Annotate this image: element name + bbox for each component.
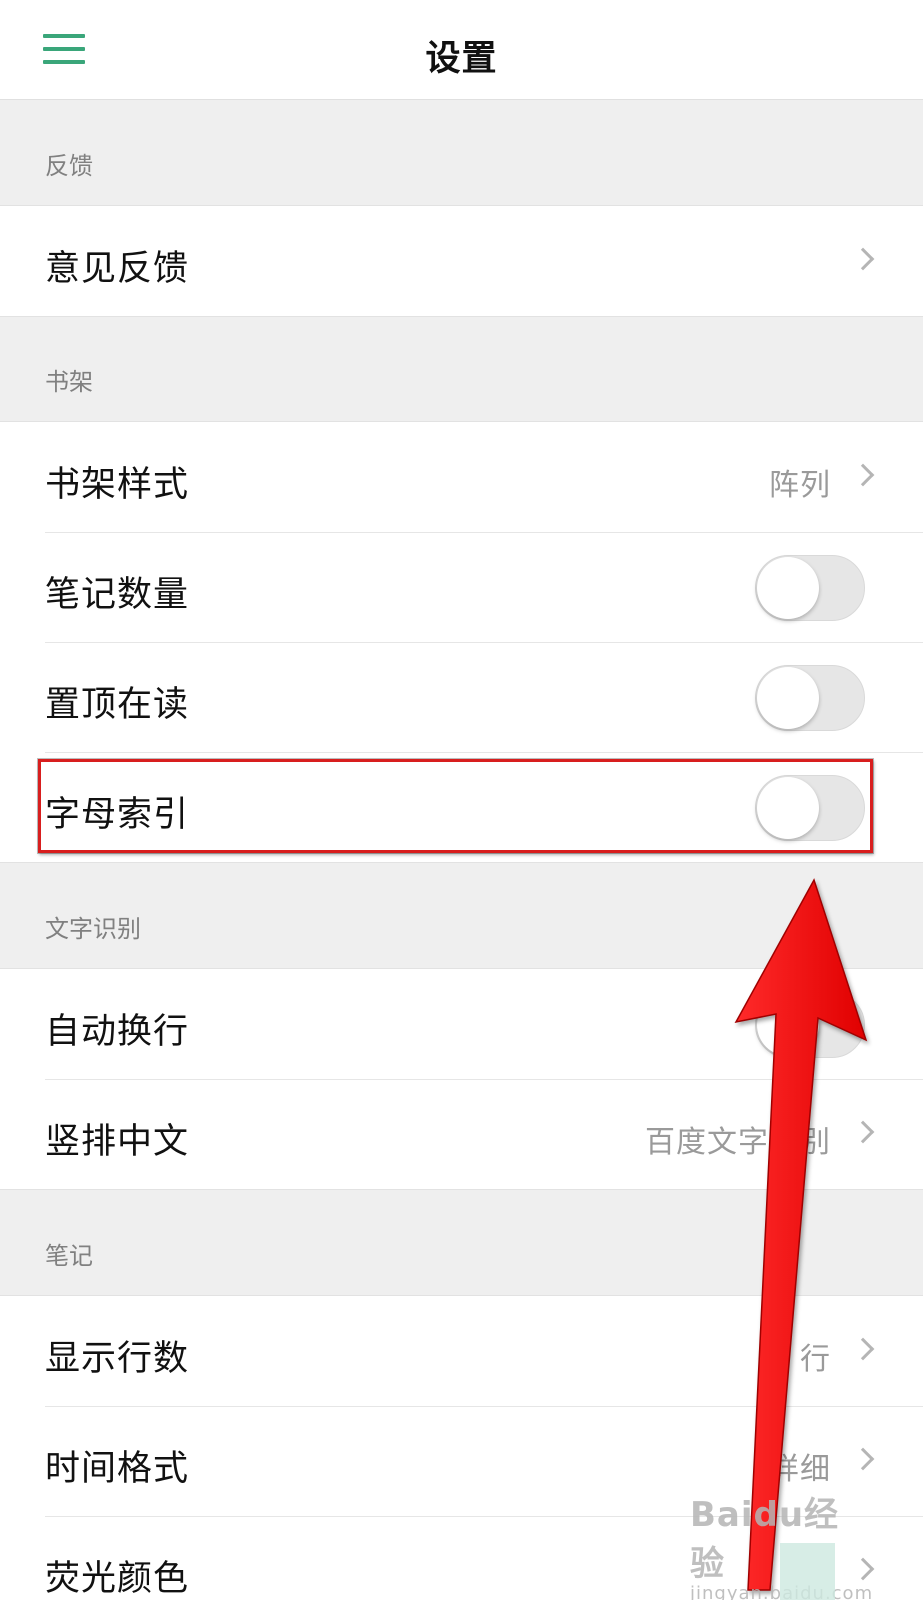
row-label: 笔记数量 — [45, 575, 190, 615]
bookshelf-style-row[interactable]: 书架样式 阵列 — [0, 422, 923, 532]
toggle-knob — [757, 557, 819, 619]
pin-reading-row: 置顶在读 — [0, 642, 923, 752]
toggle-knob — [757, 667, 819, 729]
section-header-ocr: 文字识别 — [0, 863, 923, 968]
row-label: 置顶在读 — [45, 685, 190, 725]
note-count-row: 笔记数量 — [0, 532, 923, 642]
top-bar: 设置 — [0, 0, 923, 100]
toggle-knob — [757, 994, 819, 1056]
row-label: 显示行数 — [45, 1339, 190, 1379]
ocr-group: 自动换行 竖排中文 百度文字识别 — [0, 968, 923, 1190]
vertical-chinese-row[interactable]: 竖排中文 百度文字识别 — [0, 1079, 923, 1189]
row-label: 自动换行 — [45, 1012, 190, 1052]
note-count-toggle[interactable] — [755, 555, 865, 621]
row-value: 百度文字识别 — [645, 1125, 831, 1160]
row-label: 意见反馈 — [45, 249, 190, 289]
alphabet-index-toggle[interactable] — [755, 775, 865, 841]
toggle-knob — [757, 777, 819, 839]
row-label: 竖排中文 — [45, 1122, 190, 1162]
row-value: 详细 — [769, 1452, 831, 1487]
row-label: 荧光颜色 — [45, 1559, 190, 1599]
section-header-bookshelf: 书架 — [0, 316, 923, 421]
feedback-group: 意见反馈 — [0, 205, 923, 317]
section-label: 文字识别 — [45, 915, 141, 943]
section-label: 反馈 — [45, 152, 93, 180]
alphabet-index-row: 字母索引 — [0, 752, 923, 862]
section-header-notes: 笔记 — [0, 1190, 923, 1295]
auto-wrap-row: 自动换行 — [0, 969, 923, 1079]
chevron-right-icon — [851, 463, 875, 487]
row-value: 3 行 — [769, 1342, 831, 1377]
row-label: 书架样式 — [45, 465, 190, 505]
corner-overlay — [780, 1543, 835, 1600]
row-label: 时间格式 — [45, 1449, 190, 1489]
bookshelf-group: 书架样式 阵列 笔记数量 置顶在读 字母索引 — [0, 421, 923, 863]
page-title: 设置 — [425, 39, 498, 79]
row-value: 阵列 — [769, 468, 831, 503]
chevron-right-icon — [851, 1557, 875, 1581]
chevron-right-icon — [851, 1447, 875, 1471]
auto-wrap-toggle[interactable] — [755, 992, 865, 1058]
row-label: 字母索引 — [45, 795, 190, 835]
feedback-row[interactable]: 意见反馈 — [0, 206, 923, 316]
section-header-feedback: 反馈 — [0, 100, 923, 205]
section-label: 笔记 — [45, 1242, 93, 1270]
chevron-right-icon — [851, 1337, 875, 1361]
display-lines-row[interactable]: 显示行数 3 行 — [0, 1296, 923, 1406]
chevron-right-icon — [851, 247, 875, 271]
time-format-row[interactable]: 时间格式 详细 — [0, 1406, 923, 1516]
pin-reading-toggle[interactable] — [755, 665, 865, 731]
chevron-right-icon — [851, 1120, 875, 1144]
settings-screen: 设置 反馈 意见反馈 书架 书架样式 阵列 笔记数量 置顶在读 字母索引 文字识… — [0, 0, 923, 1600]
section-label: 书架 — [45, 368, 93, 396]
